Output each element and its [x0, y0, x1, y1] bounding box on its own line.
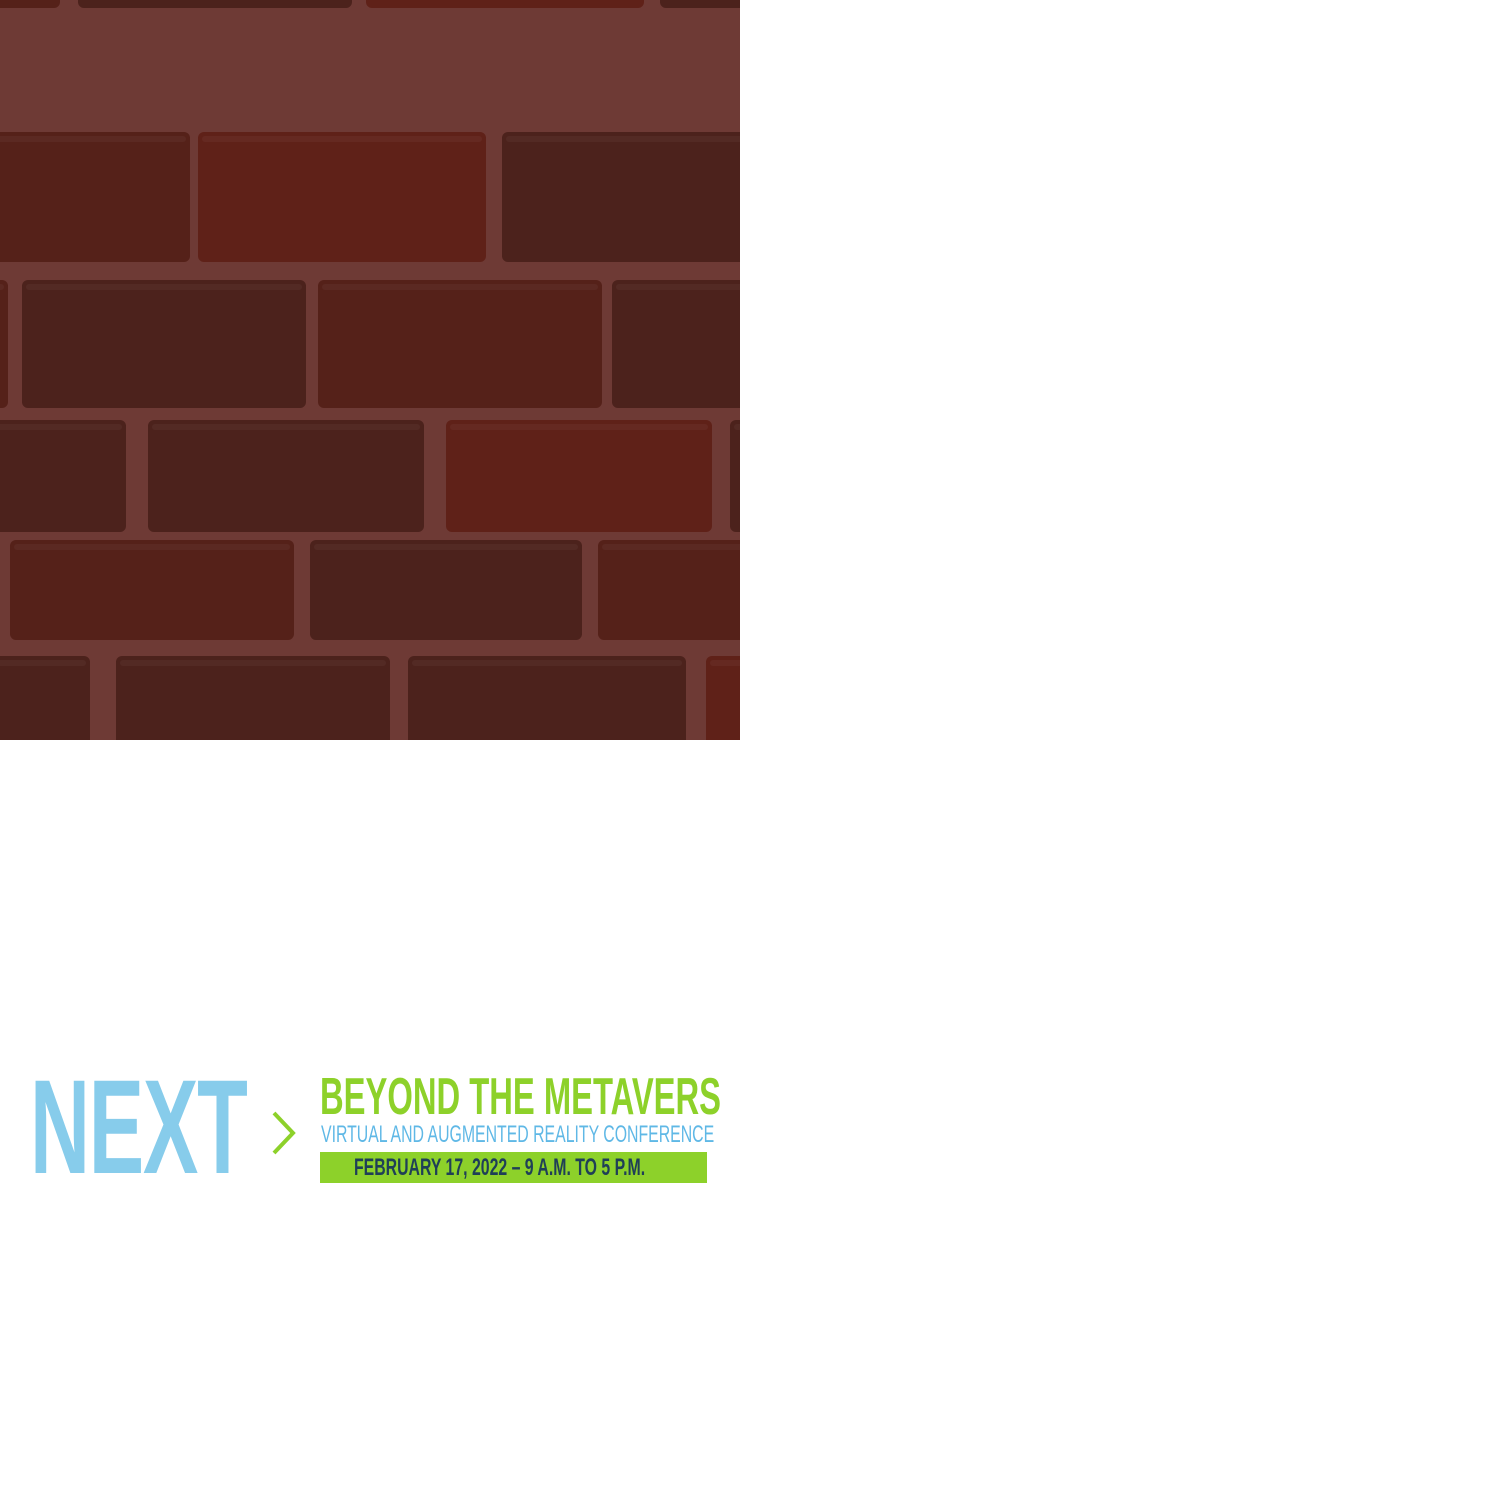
brick-highlight: [616, 284, 740, 290]
brick-highlight: [26, 284, 302, 290]
brick: [0, 280, 8, 408]
brick-highlight: [152, 424, 420, 430]
brick-highlight: [506, 136, 740, 142]
brick: [78, 0, 352, 8]
next-wordmark-text: NEXT: [30, 1072, 248, 1184]
brick: [310, 540, 582, 640]
brick: [598, 540, 740, 640]
brick: [198, 132, 486, 262]
brick: [366, 0, 644, 8]
brick: [706, 656, 740, 740]
event-title: BEYOND THE METAVERSE: [320, 1072, 720, 1122]
brick-highlight: [710, 660, 740, 666]
brick-highlight: [322, 284, 598, 290]
brick: [10, 540, 294, 640]
brick: [0, 0, 60, 8]
brick: [502, 132, 740, 262]
brick-highlight: [412, 660, 682, 666]
next-wordmark: NEXT: [30, 1072, 252, 1184]
brick-highlight: [0, 660, 86, 666]
brick-highlight: [202, 136, 482, 142]
brick-wall-image: [0, 0, 740, 740]
brick-highlight: [14, 544, 290, 550]
chevron-right-icon: [272, 1111, 296, 1155]
brick-highlight: [120, 660, 386, 666]
event-date-banner: FEBRUARY 17, 2022 – 9 A.M. TO 5 P.M.: [320, 1152, 707, 1183]
brick-highlight: [734, 424, 740, 430]
brick: [22, 280, 306, 408]
event-subtitle: VIRTUAL AND AUGMENTED REALITY CONFERENCE: [321, 1122, 721, 1148]
brick: [0, 656, 90, 740]
brick: [0, 132, 190, 262]
event-date-text: FEBRUARY 17, 2022 – 9 A.M. TO 5 P.M.: [354, 1154, 646, 1181]
brick: [408, 656, 686, 740]
brick: [446, 420, 712, 532]
event-subtitle-text: VIRTUAL AND AUGMENTED REALITY CONFERENCE: [321, 1122, 715, 1148]
brick: [116, 656, 390, 740]
brick: [612, 280, 740, 408]
brick-highlight: [0, 136, 186, 142]
brick-highlight: [450, 424, 708, 430]
brick: [318, 280, 602, 408]
brick: [660, 0, 740, 8]
event-logo: NEXT BEYOND THE METAVERSE VIRTUAL AND AU…: [30, 1072, 720, 1188]
brick: [0, 420, 126, 532]
brick-highlight: [0, 424, 122, 430]
brick-highlight: [602, 544, 740, 550]
brick-wall-graphic: [0, 0, 740, 740]
brick-highlight: [314, 544, 578, 550]
brick: [148, 420, 424, 532]
event-title-text: BEYOND THE METAVERSE: [320, 1072, 720, 1122]
brick: [730, 420, 740, 532]
